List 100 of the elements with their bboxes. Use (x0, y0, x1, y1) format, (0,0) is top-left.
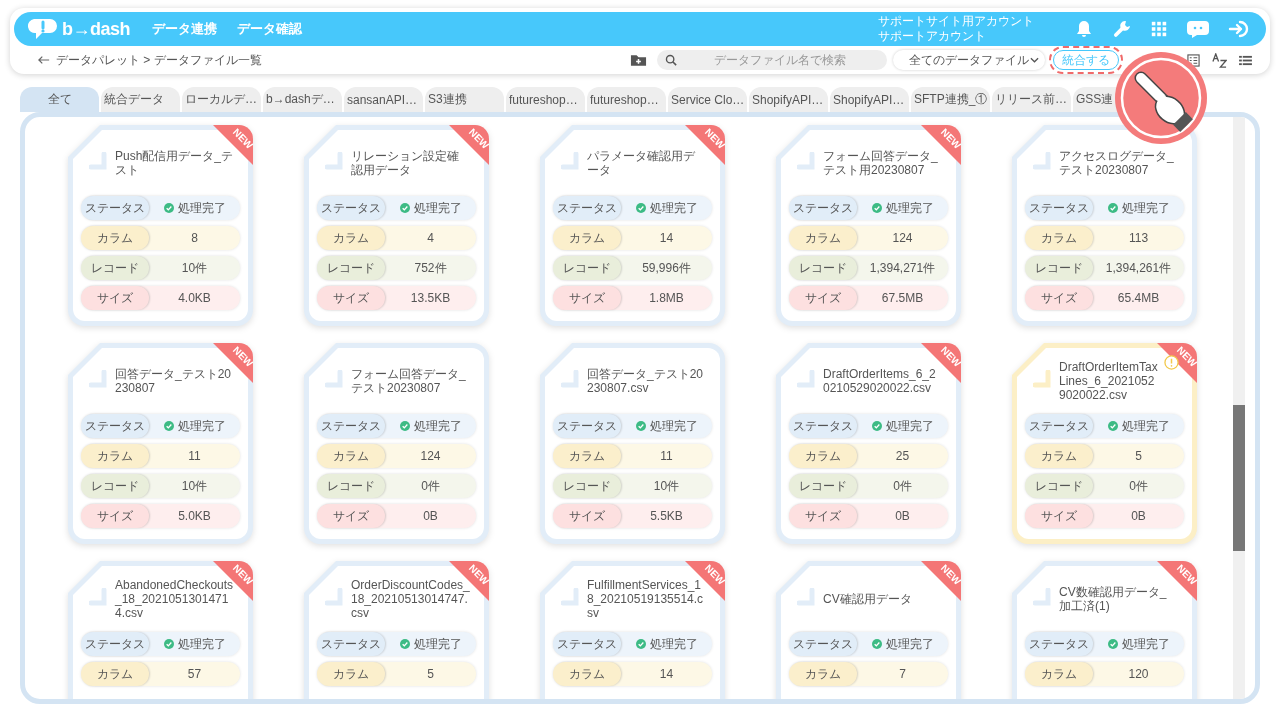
info-value: 5 (1135, 449, 1142, 463)
info-label: カラム (81, 662, 149, 686)
info-label: レコード (553, 256, 621, 280)
info-value: 10件 (181, 259, 208, 277)
info-value: 4 (427, 231, 434, 245)
info-value: 113 (1128, 231, 1149, 245)
search-field[interactable]: データファイル名で検索 (657, 50, 887, 70)
info-label: レコード (1025, 256, 1093, 280)
check-circle-icon (163, 421, 174, 431)
info-label: ステータス (81, 414, 149, 438)
info-value: 処理完了 (413, 417, 462, 435)
info-label: サイズ (81, 504, 149, 528)
folder-tab[interactable]: futureshop… (587, 87, 666, 112)
info-label: カラム (789, 662, 857, 686)
info-label: ステータス (317, 414, 385, 438)
check-circle-icon (871, 203, 882, 213)
info-label: カラム (1025, 662, 1093, 686)
check-circle-icon (1107, 421, 1118, 431)
folder-tab[interactable]: SFTP連携_① (911, 87, 990, 112)
info-value: 5.5KB (650, 509, 683, 523)
file-card[interactable]: 回答データ_テスト20230807.csv ステータス 処理完了 カラム 11 レコード 10件 サイズ 5.5KB (540, 343, 725, 544)
file-filter-dropdown[interactable]: 全てのデータファイル (893, 50, 1045, 70)
info-value: 124 (420, 449, 441, 463)
check-circle-icon (635, 203, 646, 213)
info-value: 処理完了 (177, 199, 226, 217)
sort-az-icon[interactable] (1212, 52, 1227, 68)
info-value: 1,394,261件 (1105, 259, 1172, 277)
folder-tab[interactable]: Service Clo… (668, 87, 747, 112)
info-label: サイズ (317, 286, 385, 310)
folder-tab[interactable]: 統合データ (101, 87, 180, 112)
info-label: カラム (317, 226, 385, 250)
file-card[interactable]: アクセスログデータ_テスト20230807 ステータス 処理完了 カラム 113 レコード 1,394,261件 サイズ 65.4MB (1012, 125, 1197, 326)
info-label: サイズ (789, 504, 857, 528)
file-card[interactable]: フォーム回答データ_テスト20230807 ステータス 処理完了 カラム 124 レコード 0件 サイズ 0B (304, 343, 489, 544)
check-circle-icon (635, 639, 646, 649)
info-label: レコード (789, 256, 857, 280)
info-label: ステータス (1025, 632, 1093, 656)
folder-tab[interactable]: ShopifyAPI… (749, 87, 828, 112)
info-label: サイズ (1025, 504, 1093, 528)
info-label: レコード (317, 474, 385, 498)
info-label: ステータス (81, 196, 149, 220)
info-value: 752件 (414, 259, 447, 277)
info-value: 処理完了 (649, 635, 698, 653)
info-label: カラム (1025, 444, 1093, 468)
info-value: 0件 (1129, 477, 1148, 495)
speech-bubble-icon (28, 17, 58, 41)
info-value: 0B (423, 509, 438, 523)
list-icon[interactable] (1239, 54, 1252, 66)
info-value: 67.5MB (881, 291, 924, 305)
file-name: フォーム回答データ_テスト20230807 (351, 367, 467, 395)
scrollbar[interactable] (1233, 117, 1245, 699)
folder-plus-icon[interactable] (630, 53, 647, 67)
info-value: 0件 (421, 477, 440, 495)
info-value: 処理完了 (649, 199, 698, 217)
folder-tab[interactable]: ローカルデ… (182, 87, 261, 112)
info-label: レコード (789, 474, 857, 498)
info-value: 処理完了 (1121, 199, 1170, 217)
info-label: カラム (789, 226, 857, 250)
info-value: 11 (188, 449, 201, 463)
info-value: 処理完了 (1121, 417, 1170, 435)
folder-tab[interactable]: futureshop… (506, 87, 585, 112)
info-value: 1.8MB (649, 291, 684, 305)
info-label: カラム (553, 226, 621, 250)
folder-tab[interactable]: S3連携 (425, 87, 504, 112)
file-name: CV確認用データ (823, 592, 912, 606)
folder-tab[interactable]: b→dashデ… (263, 87, 342, 112)
info-label: ステータス (553, 196, 621, 220)
check-circle-icon (635, 421, 646, 431)
info-value: 14 (659, 667, 674, 681)
info-value: 4.0KB (178, 291, 211, 305)
check-circle-icon (399, 421, 410, 431)
file-name: アクセスログデータ_テスト20230807 (1059, 149, 1175, 177)
info-label: カラム (553, 662, 621, 686)
back-arrow-icon[interactable] (38, 55, 50, 65)
check-circle-icon (1107, 639, 1118, 649)
info-value: 処理完了 (177, 635, 226, 653)
folder-tab[interactable]: 全て (20, 87, 99, 112)
info-value: 処理完了 (885, 635, 934, 653)
check-circle-icon (399, 203, 410, 213)
check-circle-icon (163, 203, 174, 213)
info-label: レコード (317, 256, 385, 280)
folder-tab[interactable]: sansanAPI… (344, 87, 423, 112)
folder-tab[interactable]: リリース前… (992, 87, 1071, 112)
check-circle-icon (871, 639, 882, 649)
chevron-down-icon (1030, 57, 1039, 63)
info-value: 処理完了 (1121, 635, 1170, 653)
info-value: 0B (895, 509, 910, 523)
file-name: DraftOrderItemTaxLines_6_20210529020022.csv (1059, 360, 1159, 402)
info-label: サイズ (553, 504, 621, 528)
info-value: 5.0KB (178, 509, 211, 523)
info-value: 7 (899, 667, 906, 681)
info-label: サイズ (789, 286, 857, 310)
info-label: サイズ (81, 286, 149, 310)
folder-tab[interactable]: ShopifyAPI… (830, 87, 909, 112)
info-value: 処理完了 (649, 417, 698, 435)
info-label: ステータス (553, 632, 621, 656)
info-label: ステータス (1025, 196, 1093, 220)
info-label: ステータス (789, 632, 857, 656)
info-value: 0件 (893, 477, 912, 495)
check-circle-icon (1107, 203, 1118, 213)
